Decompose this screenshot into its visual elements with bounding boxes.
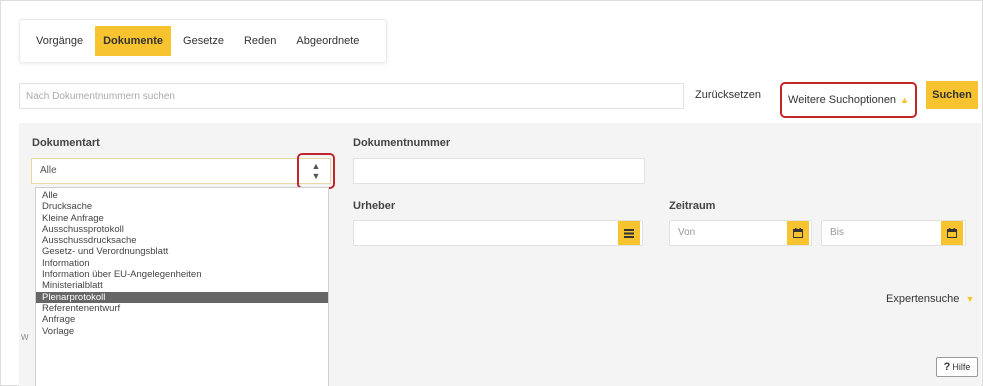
help-label: Hilfe — [952, 362, 971, 372]
dropdown-option[interactable]: Information über EU-Angelegenheiten — [36, 269, 328, 280]
select-arrows-icon[interactable]: ▲ ▼ — [297, 153, 335, 189]
dropdown-option[interactable]: Ausschussdrucksache — [36, 235, 328, 246]
dropdown-option[interactable]: Referentenentwurf — [36, 303, 328, 314]
tab-reden[interactable]: Reden — [236, 26, 284, 56]
dropdown-option-highlighted[interactable]: Plenarprotokoll — [36, 291, 328, 303]
expert-search-toggle[interactable]: Expertensuche ▼ — [886, 293, 974, 305]
navigation-tabs: Vorgänge Dokumente Gesetze Reden Abgeord… — [19, 19, 387, 63]
doc-type-select[interactable]: Alle — [31, 158, 331, 184]
author-input[interactable] — [353, 220, 643, 246]
doc-type-dropdown: Alle Drucksache Kleine Anfrage Ausschuss… — [35, 187, 329, 386]
dropdown-option[interactable]: Gesetz- und Verordnungsblatt — [36, 246, 328, 257]
help-button[interactable]: ? Hilfe — [936, 357, 978, 377]
more-search-options-label: Weitere Suchoptionen — [788, 94, 897, 106]
expert-search-label: Expertensuche — [886, 293, 960, 305]
tab-dokumente[interactable]: Dokumente — [95, 26, 172, 56]
list-icon[interactable] — [618, 221, 640, 245]
reset-link[interactable]: Zurücksetzen — [695, 89, 761, 101]
doc-type-label: Dokumentart — [32, 137, 100, 149]
tab-gesetze[interactable]: Gesetze — [175, 26, 232, 56]
dropdown-option[interactable]: Ausschussprotokoll — [36, 224, 328, 235]
more-search-options-toggle[interactable]: Weitere Suchoptionen ▲ — [780, 82, 917, 118]
search-button[interactable]: Suchen — [926, 81, 978, 109]
dropdown-option[interactable]: Ministerialblatt — [36, 280, 328, 291]
dropdown-option[interactable]: Drucksache — [36, 201, 328, 212]
doc-number-input[interactable] — [353, 158, 645, 184]
obscured-text-fragment: W — [21, 333, 29, 342]
chevron-up-icon: ▲ — [900, 95, 909, 105]
calendar-icon[interactable] — [787, 221, 809, 245]
doc-number-label: Dokumentnummer — [353, 137, 451, 149]
tab-vorgaenge[interactable]: Vorgänge — [28, 26, 91, 56]
dropdown-option[interactable]: Alle — [36, 190, 328, 201]
author-label: Urheber — [353, 200, 396, 212]
document-number-search-input[interactable] — [19, 83, 684, 109]
tab-abgeordnete[interactable]: Abgeordnete — [288, 26, 367, 56]
dropdown-option[interactable]: Kleine Anfrage — [36, 213, 328, 224]
dropdown-option[interactable]: Information — [36, 258, 328, 269]
question-icon: ? — [943, 361, 951, 373]
chevron-down-icon: ▼ — [965, 294, 975, 304]
dropdown-option[interactable]: Anfrage — [36, 314, 328, 325]
dropdown-option[interactable]: Vorlage — [36, 326, 328, 337]
calendar-icon[interactable] — [941, 221, 963, 245]
period-label: Zeitraum — [669, 200, 716, 212]
